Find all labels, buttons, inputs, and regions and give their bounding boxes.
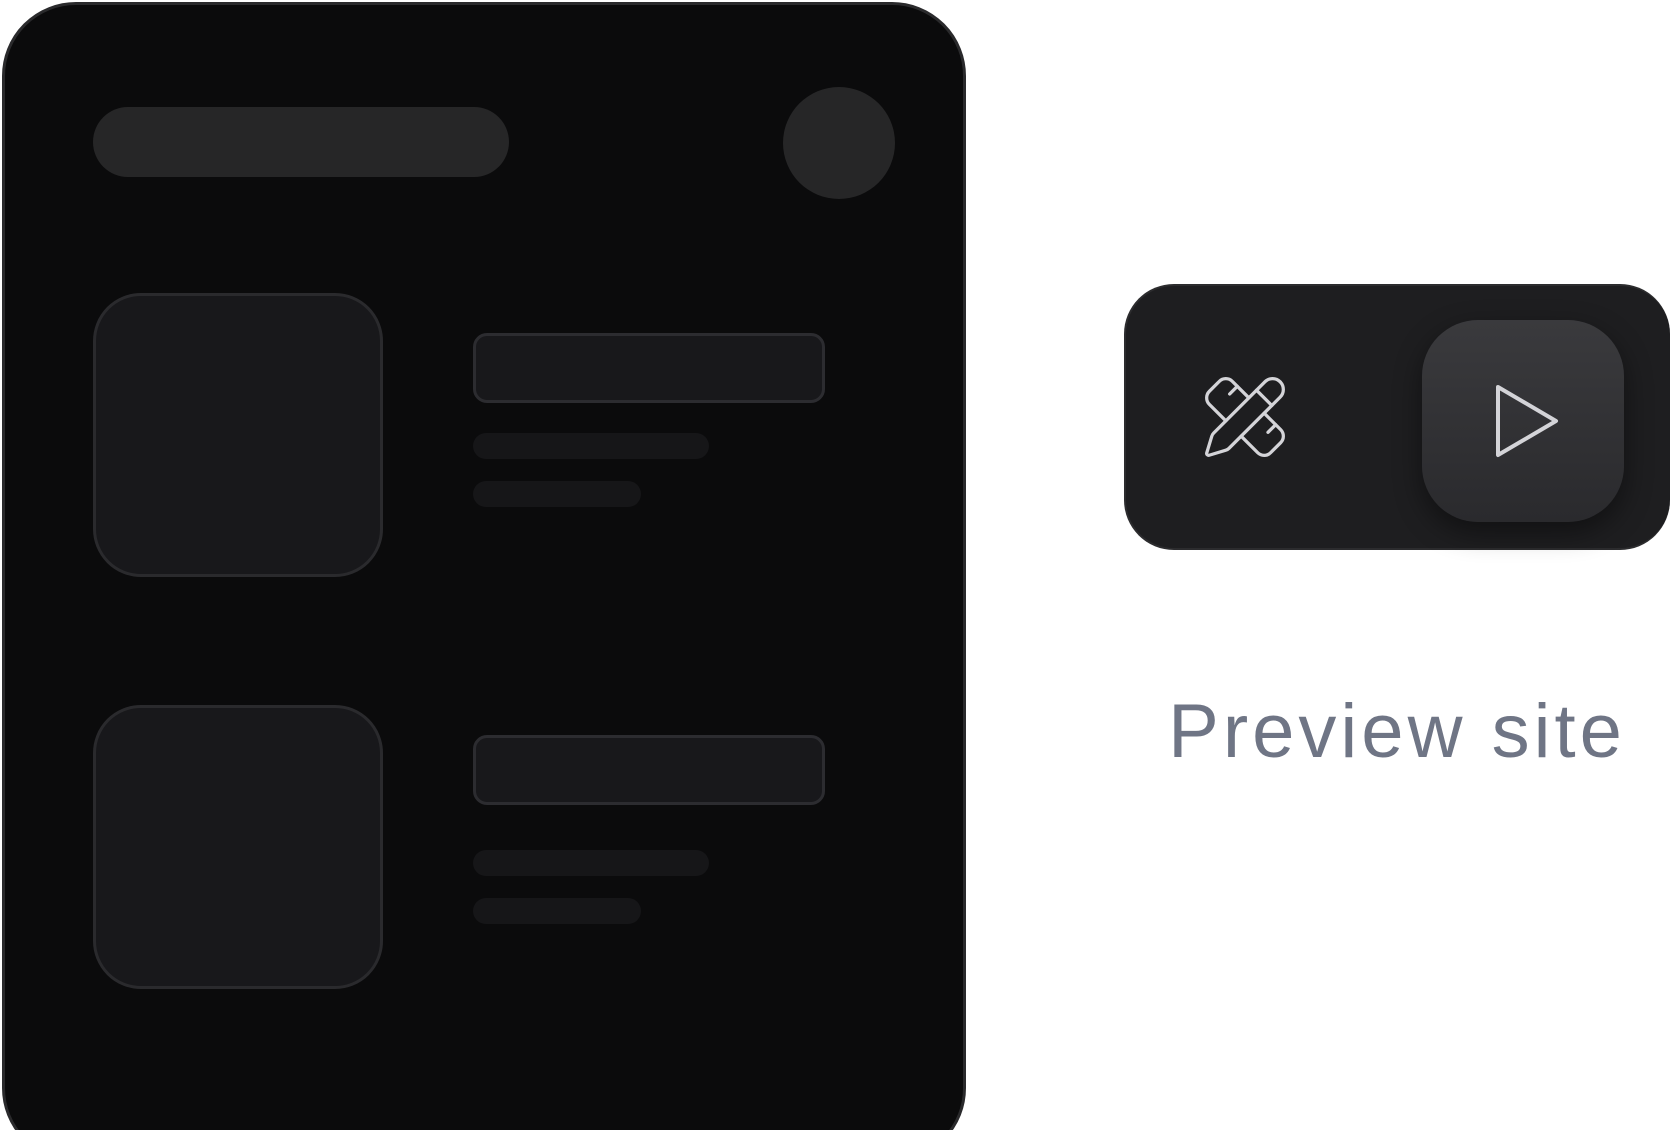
skeleton-text-line	[473, 481, 641, 507]
skeleton-thumbnail	[93, 293, 383, 577]
skeleton-avatar	[783, 87, 895, 199]
skeleton-thumbnail	[93, 705, 383, 989]
skeleton-text-line	[473, 898, 641, 924]
skeleton-text-line	[473, 433, 709, 459]
phone-mockup	[2, 2, 966, 1130]
skeleton-header-bar	[93, 107, 509, 177]
canvas: Preview site	[0, 0, 1670, 1130]
design-mode-button[interactable]	[1196, 368, 1294, 466]
skeleton-title	[473, 735, 825, 805]
pencil-ruler-icon	[1205, 377, 1285, 457]
play-icon	[1496, 385, 1558, 457]
mode-toggle	[1124, 284, 1670, 550]
skeleton-title	[473, 333, 825, 403]
preview-play-button[interactable]	[1422, 320, 1624, 522]
skeleton-text-line	[473, 850, 709, 876]
preview-site-label: Preview site	[1168, 689, 1626, 774]
